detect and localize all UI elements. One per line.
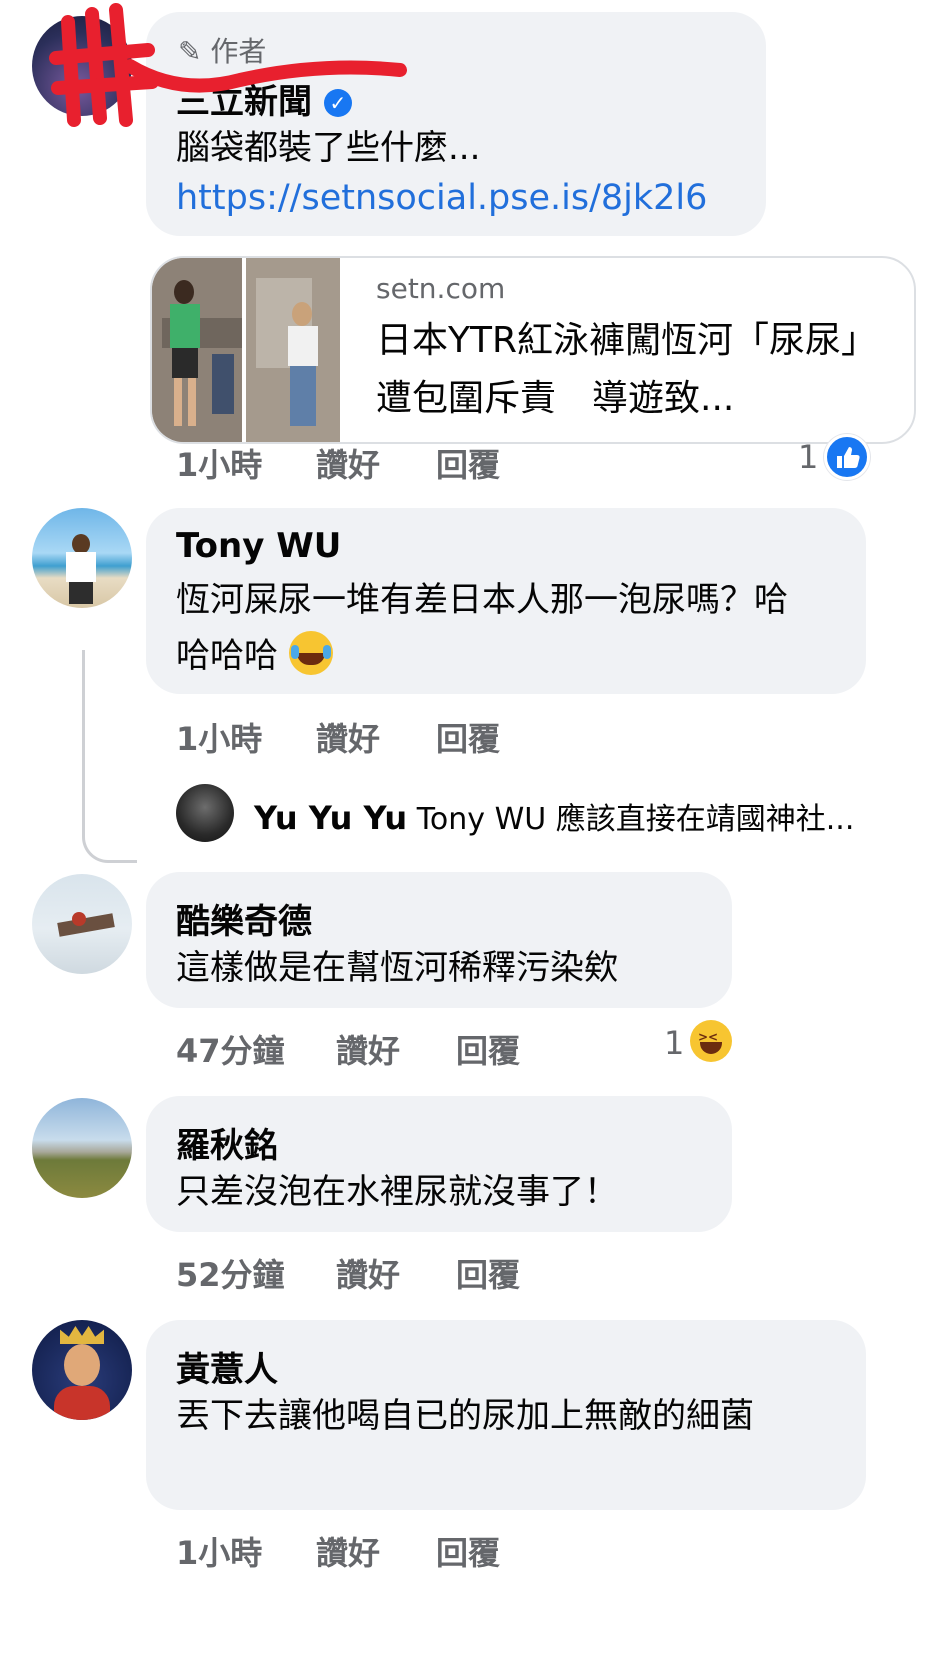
comment-time[interactable]: 47分鐘 [176, 1026, 285, 1072]
reply-preview-text: Tony WU 應該直接在靖國神社... [416, 802, 855, 837]
reply-thread-line [82, 650, 137, 863]
like-reaction-icon[interactable] [824, 434, 870, 480]
like-button[interactable]: 讚好 [336, 1250, 400, 1296]
comment-link[interactable]: https://setnsocial.pse.is/8jk2l6 [176, 170, 707, 226]
link-preview-thumbnail [152, 258, 340, 442]
reaction-count[interactable]: 1 [664, 1024, 684, 1062]
commenter-name[interactable]: Tony WU [176, 526, 341, 566]
avatar[interactable] [32, 1098, 132, 1198]
laughing-tears-emoji-icon [288, 631, 333, 675]
comment-time[interactable]: 1小時 [176, 1528, 262, 1574]
like-button[interactable]: 讚好 [316, 714, 380, 760]
commenter-name[interactable]: 酷樂奇德 [176, 894, 312, 943]
avatar[interactable] [32, 874, 132, 974]
red-scribble [49, 3, 407, 127]
like-button[interactable]: 讚好 [336, 1026, 400, 1072]
link-preview-domain: setn.com [376, 272, 506, 305]
reply-button[interactable]: 回覆 [436, 1528, 500, 1574]
avatar[interactable] [32, 1320, 132, 1420]
reply-button[interactable]: 回覆 [456, 1026, 520, 1072]
commenter-name[interactable]: 羅秋銘 [176, 1118, 278, 1167]
like-button[interactable]: 讚好 [316, 1528, 380, 1574]
comment-text-content: 恆河屎尿一堆有差日本人那一泡尿嗎？哈哈哈哈 [176, 580, 788, 676]
reply-author-name: Yu Yu Yu [254, 799, 408, 837]
comment-text: 這樣做是在幫恆河稀釋污染欸 [176, 948, 618, 988]
link-preview-title: 日本YTR紅泳褲闖恆河「尿尿」遭包圍斥責 導遊致... [376, 320, 877, 419]
comment-time[interactable]: 1小時 [176, 440, 262, 486]
comment-time[interactable]: 1小時 [176, 714, 262, 760]
reply-button[interactable]: 回覆 [436, 714, 500, 760]
avatar[interactable] [32, 508, 132, 608]
link-preview-card[interactable]: setn.com 日本YTR紅泳褲闖恆河「尿尿」遭包圍斥責 導遊致... [150, 256, 916, 444]
comment-text: 恆河屎尿一堆有差日本人那一泡尿嗎？哈哈哈哈 [176, 572, 816, 684]
comment-text: 丟下去讓他喝自已的尿加上無敵的細菌 [176, 1396, 754, 1436]
like-button[interactable]: 讚好 [316, 440, 380, 486]
reaction-count[interactable]: 1 [798, 438, 818, 476]
reply-button[interactable]: 回覆 [436, 440, 500, 486]
comment-text: 只差沒泡在水裡尿就沒事了！ [176, 1172, 618, 1212]
commenter-name[interactable]: 黃薏人 [176, 1342, 278, 1391]
haha-reaction-icon[interactable]: >< [690, 1020, 732, 1062]
reply-avatar[interactable] [176, 784, 234, 842]
reply-button[interactable]: 回覆 [456, 1250, 520, 1296]
reply-preview[interactable]: Yu Yu Yu Tony WU 應該直接在靖國神社... [254, 794, 854, 838]
comment-time[interactable]: 52分鐘 [176, 1250, 285, 1296]
